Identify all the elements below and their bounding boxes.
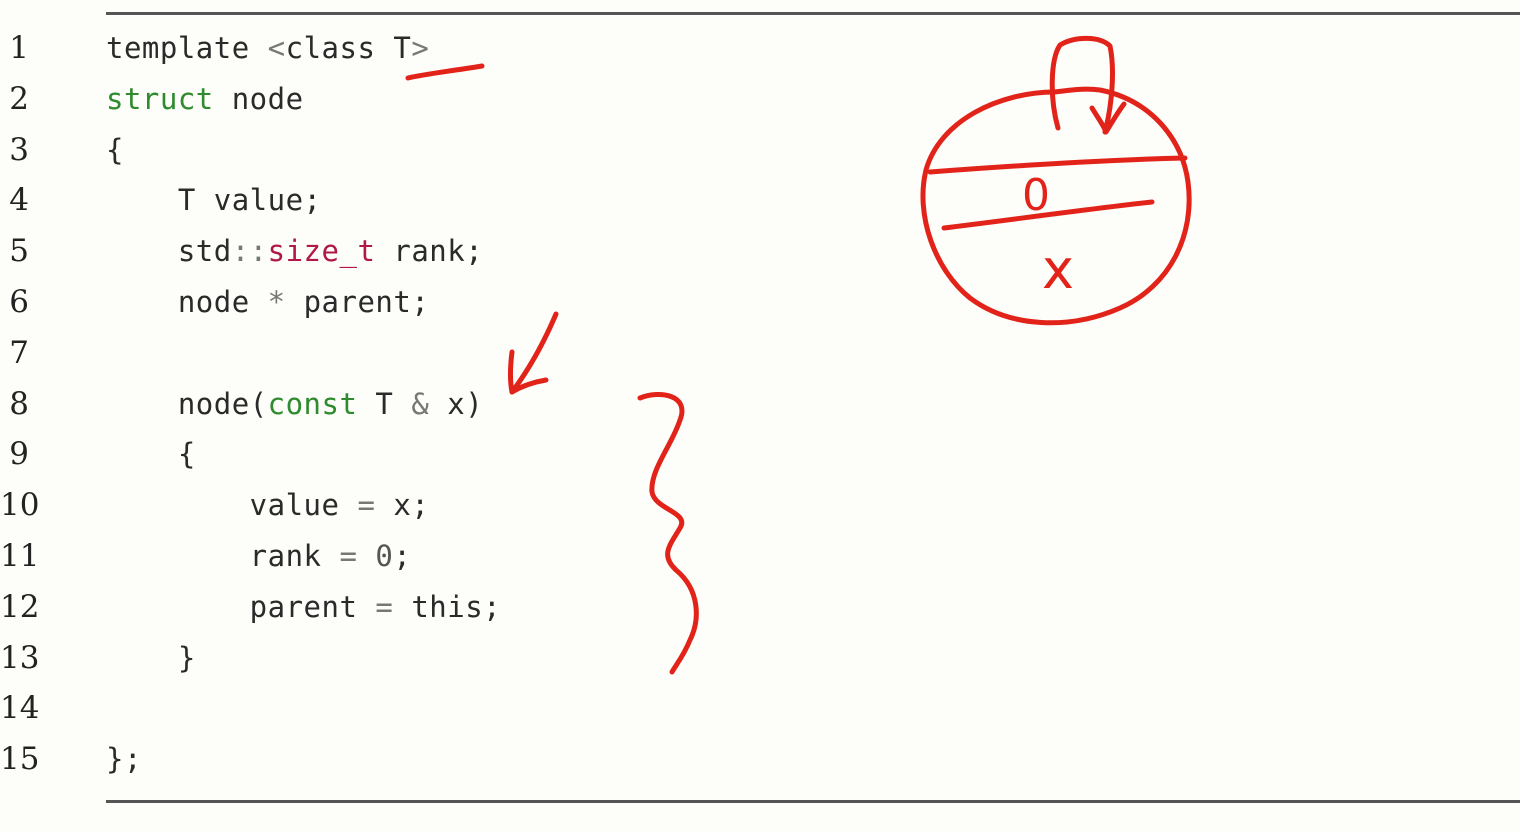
line-number: 4 — [9, 182, 29, 219]
line-number: 10 — [0, 487, 40, 524]
code-text: }; — [106, 734, 142, 785]
code-token: ; — [393, 539, 412, 573]
code-token: x) — [429, 386, 484, 421]
code-token: template — [106, 31, 268, 65]
code-text: parent = this; — [106, 582, 501, 633]
code-token: { — [106, 132, 124, 167]
code-text: { — [106, 429, 196, 480]
top-rule — [106, 12, 1520, 15]
code-line: 14 — [0, 683, 1100, 734]
code-text: { — [106, 125, 124, 176]
code-token: value — [106, 488, 358, 523]
code-token: node( — [106, 386, 268, 421]
code-token: size_t — [267, 234, 376, 269]
code-line: 11 rank = 0; — [0, 531, 1100, 582]
code-token: parent; — [285, 285, 430, 319]
code-token: * — [267, 285, 286, 319]
code-line: 10 value = x; — [0, 480, 1100, 531]
code-line: 5 std::size_t rank; — [0, 226, 1100, 277]
code-token: } — [106, 640, 196, 675]
code-line: 6 node * parent; — [0, 277, 1100, 328]
code-text: template <class T> — [106, 23, 429, 74]
code-token: :: — [231, 234, 268, 269]
line-number: 1 — [9, 30, 29, 66]
code-text: T value; — [106, 175, 322, 226]
code-line: 1 template <class T> — [0, 23, 1100, 74]
line-number: 5 — [9, 233, 29, 270]
line-number: 6 — [9, 284, 29, 320]
code-text: struct node — [106, 74, 304, 125]
line-number: 11 — [0, 538, 40, 574]
code-token: T — [357, 386, 412, 421]
code-line: 2 struct node — [0, 74, 1100, 125]
code-token: 0 — [375, 539, 394, 573]
line-number: 14 — [0, 690, 40, 727]
line-number: 12 — [0, 588, 40, 625]
code-token: parent — [106, 589, 376, 624]
code-token: x; — [375, 488, 430, 523]
code-line: 8 node(const T & x) — [0, 379, 1100, 430]
line-number: 15 — [0, 741, 40, 778]
code-line: 7 — [0, 328, 1100, 379]
code-token: = — [339, 539, 358, 573]
code-text: value = x; — [106, 480, 429, 531]
code-text: rank = 0; — [106, 531, 411, 582]
code-token: rank; — [375, 234, 484, 269]
code-text: node * parent; — [106, 277, 429, 328]
code-token: rank — [106, 539, 340, 573]
code-token: std — [106, 234, 232, 269]
code-token: this; — [393, 589, 502, 624]
code-token: > — [411, 31, 430, 65]
code-token: node — [106, 285, 268, 319]
code-line: 3{ — [0, 125, 1100, 176]
code-line: 13 } — [0, 633, 1100, 684]
bottom-rule — [106, 800, 1520, 803]
line-number: 13 — [0, 639, 40, 676]
code-token: = — [357, 488, 376, 523]
code-text: } — [106, 633, 196, 684]
code-line: 4 T value; — [0, 175, 1100, 226]
code-text: std::size_t rank; — [106, 226, 483, 277]
code-token: T value; — [106, 183, 322, 218]
code-token: class T — [285, 31, 412, 65]
code-text: node(const T & x) — [106, 379, 483, 430]
line-number: 7 — [9, 334, 29, 371]
code-token: < — [267, 31, 286, 65]
code-token: const — [267, 386, 358, 421]
code-token: { — [106, 437, 196, 472]
code-token: struct — [106, 81, 214, 116]
code-token: }; — [106, 742, 142, 777]
code-token: = — [375, 589, 394, 624]
code-line: 9 { — [0, 429, 1100, 480]
line-number: 2 — [9, 80, 29, 117]
line-number: 9 — [9, 436, 29, 473]
line-number: 3 — [9, 131, 29, 168]
code-line: 15}; — [0, 734, 1100, 785]
code-token: node — [213, 81, 304, 116]
line-number: 8 — [9, 385, 29, 422]
code-line: 12 parent = this; — [0, 582, 1100, 633]
code-token: & — [411, 386, 430, 421]
